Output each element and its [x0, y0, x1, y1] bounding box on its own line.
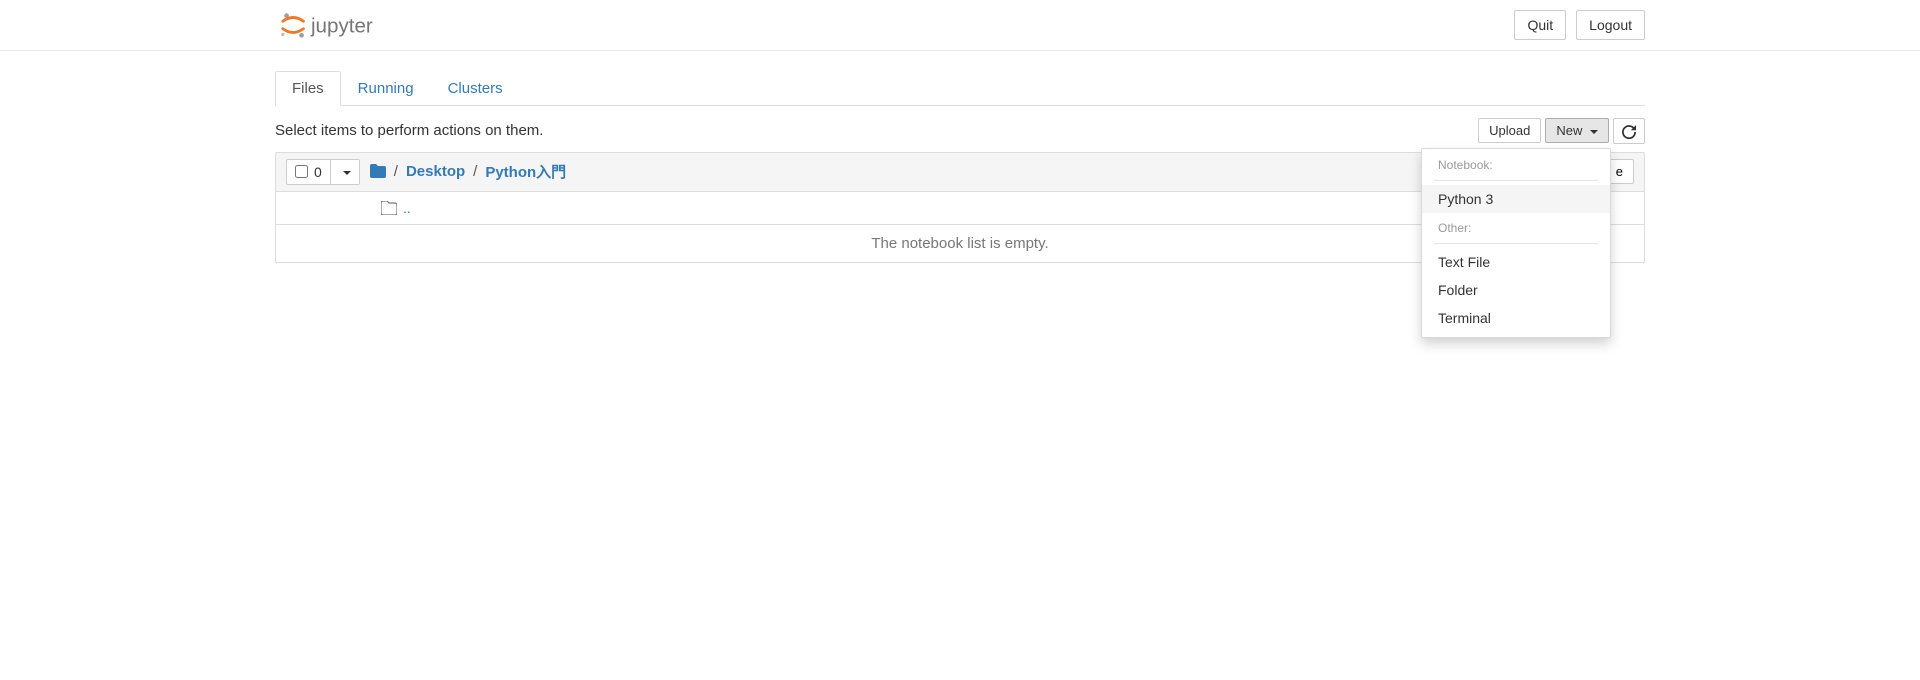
caret-down-icon — [343, 171, 351, 175]
menu-item-terminal[interactable]: Terminal — [1422, 304, 1610, 332]
tab-clusters[interactable]: Clusters — [431, 71, 520, 106]
new-dropdown-menu: Notebook: Python 3 Other: Text File Fold… — [1421, 148, 1611, 338]
parent-dir-link[interactable]: .. — [403, 200, 411, 216]
breadcrumb-separator: / — [473, 163, 477, 180]
logout-button[interactable]: Logout — [1576, 10, 1645, 40]
folder-icon[interactable] — [370, 163, 386, 180]
select-all-group: 0 — [286, 159, 360, 185]
dropdown-header-notebook: Notebook: — [1422, 154, 1610, 176]
quit-button[interactable]: Quit — [1514, 10, 1566, 40]
breadcrumb-current[interactable]: Python入門 — [485, 161, 566, 182]
menu-item-python3[interactable]: Python 3 — [1422, 185, 1610, 213]
breadcrumb: / Desktop / Python入門 — [370, 161, 566, 182]
tab-running[interactable]: Running — [341, 71, 431, 106]
action-hint: Select items to perform actions on them. — [275, 122, 543, 139]
svg-text:jupyter: jupyter — [310, 15, 373, 38]
new-label: New — [1556, 123, 1582, 138]
select-type-dropdown[interactable] — [330, 160, 359, 184]
dropdown-header-other: Other: — [1422, 217, 1610, 239]
divider — [1434, 180, 1598, 181]
menu-item-text-file[interactable]: Text File — [1422, 248, 1610, 276]
tabs: Files Running Clusters — [275, 71, 1645, 106]
upload-button[interactable]: Upload — [1478, 118, 1541, 143]
tab-files[interactable]: Files — [275, 71, 341, 106]
divider — [1434, 243, 1598, 244]
refresh-button[interactable] — [1613, 118, 1645, 144]
menu-item-folder[interactable]: Folder — [1422, 276, 1610, 304]
select-all-checkbox[interactable] — [295, 165, 308, 178]
refresh-icon — [1622, 123, 1636, 138]
breadcrumb-separator: / — [394, 163, 398, 180]
jupyter-logo[interactable]: jupyter — [275, 5, 405, 45]
new-dropdown-button[interactable]: New — [1545, 118, 1609, 143]
caret-down-icon — [1590, 130, 1598, 134]
header: jupyter Quit Logout — [0, 0, 1920, 51]
selected-count: 0 — [314, 164, 322, 180]
folder-icon — [381, 200, 397, 216]
breadcrumb-desktop[interactable]: Desktop — [406, 163, 465, 180]
